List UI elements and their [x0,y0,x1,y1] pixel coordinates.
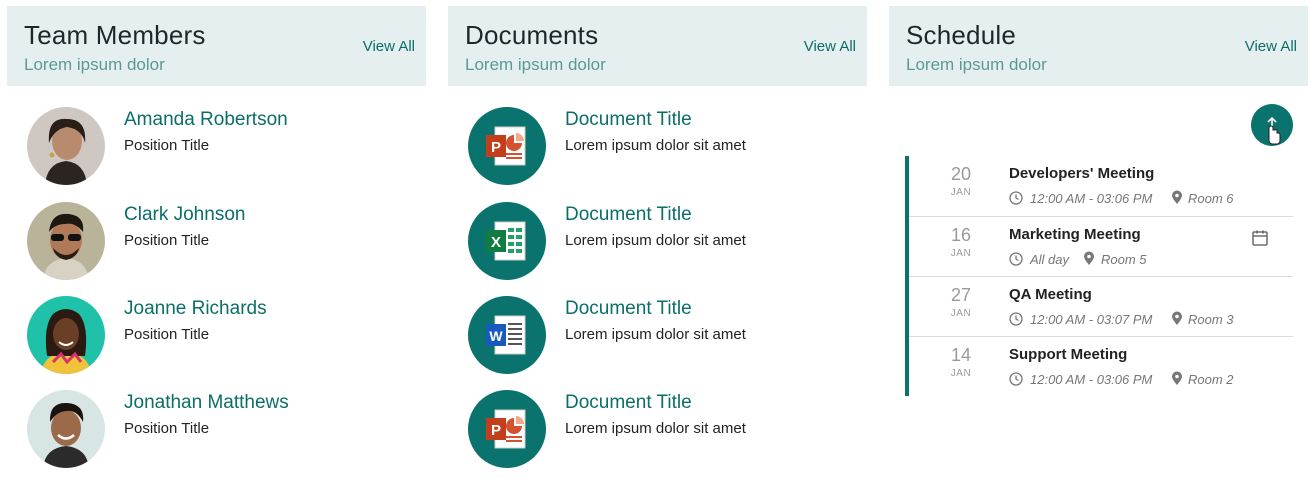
svg-text:P: P [491,139,501,156]
list-item[interactable]: Joanne Richards Position Title [27,296,417,376]
document-title[interactable]: Document Title [565,204,692,226]
event-month: JAN [950,368,972,379]
clock-icon [1009,191,1023,205]
team-members-panel: Team Members Lorem ipsum dolor View All … [7,6,426,476]
location-pin-icon [1172,311,1182,325]
document-description: Lorem ipsum dolor sit amet [565,137,746,154]
list-item[interactable]: W Document Title Lorem ipsum dolor sit a… [468,296,858,376]
document-title[interactable]: Document Title [565,298,692,320]
schedule-panel: Schedule Lorem ipsum dolor View All 20 J… [889,6,1308,476]
calendar-icon[interactable] [1251,229,1269,247]
excel-icon: X [468,202,546,280]
panel-title: Team Members [24,20,206,50]
event-day: 20 [950,164,972,184]
arrow-up-icon [1267,116,1281,145]
avatar [27,390,105,468]
schedule-header: Schedule Lorem ipsum dolor View All [889,6,1308,86]
avatar [27,202,105,280]
event-item[interactable]: 14 JAN Support Meeting 12:00 AM - 03:06 … [909,336,1293,396]
svg-text:W: W [489,328,503,344]
view-all-link[interactable]: View All [1245,38,1297,55]
document-description: Lorem ipsum dolor sit amet [565,232,746,249]
event-room: Room 5 [1101,252,1147,267]
event-time: 12:00 AM - 03:06 PM [1030,191,1153,206]
list-item[interactable]: Amanda Robertson Position Title [27,107,417,187]
location-pin-icon [1084,251,1094,265]
event-month: JAN [950,187,972,198]
panel-title: Schedule [906,20,1017,50]
list-item[interactable]: P Document Title Lorem ipsum dolor sit a… [468,107,858,187]
clock-icon [1009,372,1023,386]
event-item[interactable]: 20 JAN Developers' Meeting 12:00 AM - 03… [909,156,1293,216]
panel-subtitle: Lorem ipsum dolor [465,55,606,74]
member-position: Position Title [124,137,210,154]
panel-title: Documents [465,20,599,50]
avatar [27,296,105,374]
event-title[interactable]: Marketing Meeting [1009,226,1141,243]
panel-subtitle: Lorem ipsum dolor [24,55,165,74]
event-room: Room 6 [1188,191,1234,206]
location-pin-icon [1172,190,1182,204]
documents-header: Documents Lorem ipsum dolor View All [448,6,867,86]
clock-icon [1009,252,1023,266]
document-title[interactable]: Document Title [565,392,692,414]
view-all-link[interactable]: View All [363,38,415,55]
scroll-up-button[interactable] [1251,104,1293,146]
svg-text:P: P [491,422,501,439]
svg-text:X: X [491,234,501,251]
event-day: 27 [950,285,972,305]
event-time: 12:00 AM - 03:06 PM [1030,372,1153,387]
event-title[interactable]: Developers' Meeting [1009,165,1154,182]
event-month: JAN [950,248,972,259]
list-item[interactable]: Jonathan Matthews Position Title [27,390,417,470]
event-item[interactable]: 27 JAN QA Meeting 12:00 AM - 03:07 PM Ro… [909,276,1293,336]
list-item[interactable]: X Document Title Lorem ipsum dolor sit a… [468,202,858,282]
member-position: Position Title [124,232,210,249]
document-description: Lorem ipsum dolor sit amet [565,326,746,343]
word-icon: W [468,296,546,374]
event-day: 14 [950,345,972,365]
member-name[interactable]: Joanne Richards [124,298,267,320]
event-room: Room 3 [1188,312,1234,327]
team-members-header: Team Members Lorem ipsum dolor View All [7,6,426,86]
powerpoint-icon: P [468,390,546,468]
document-title[interactable]: Document Title [565,109,692,131]
member-position: Position Title [124,326,210,343]
member-name[interactable]: Jonathan Matthews [124,392,289,414]
clock-icon [1009,312,1023,326]
event-time: All day [1030,252,1070,267]
avatar [27,107,105,185]
member-position: Position Title [124,420,210,437]
event-day: 16 [950,225,972,245]
event-month: JAN [950,308,972,319]
panel-subtitle: Lorem ipsum dolor [906,55,1047,74]
member-name[interactable]: Clark Johnson [124,204,245,226]
event-title[interactable]: Support Meeting [1009,346,1127,363]
event-room: Room 2 [1188,372,1234,387]
event-time: 12:00 AM - 03:07 PM [1030,312,1153,327]
location-pin-icon [1172,371,1182,385]
member-name[interactable]: Amanda Robertson [124,109,288,131]
document-description: Lorem ipsum dolor sit amet [565,420,746,437]
event-item[interactable]: 16 JAN Marketing Meeting All day Room 5 [909,216,1293,276]
event-title[interactable]: QA Meeting [1009,286,1092,303]
list-item[interactable]: Clark Johnson Position Title [27,202,417,282]
list-item[interactable]: P Document Title Lorem ipsum dolor sit a… [468,390,858,470]
view-all-link[interactable]: View All [804,38,856,55]
powerpoint-icon: P [468,107,546,185]
documents-panel: Documents Lorem ipsum dolor View All P D… [448,6,867,476]
